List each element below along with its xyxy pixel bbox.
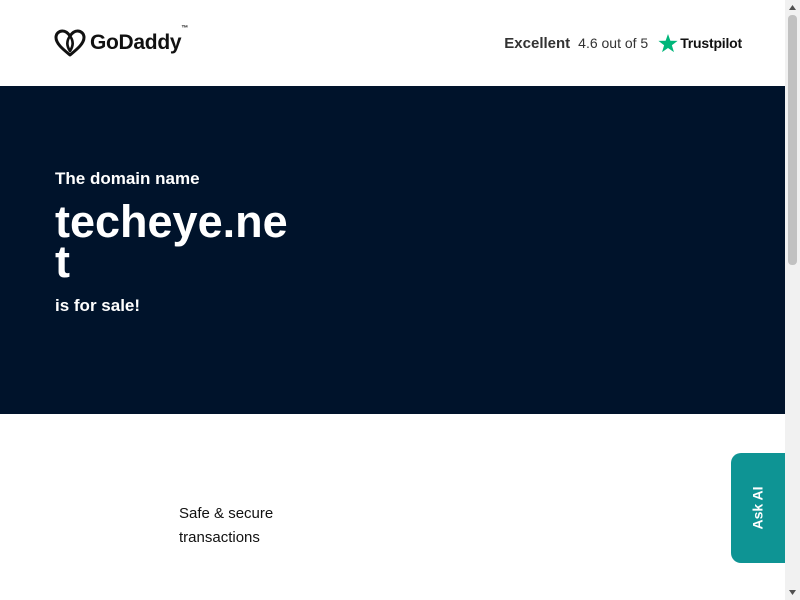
hero-banner: The domain name techeye.net is for sale!: [0, 86, 785, 414]
scroll-down-arrow-icon[interactable]: [785, 585, 800, 600]
trustpilot-label: Trustpilot: [680, 35, 742, 51]
feature-secure-transactions: Safe & secure transactions: [179, 505, 274, 546]
godaddy-heart-icon: [54, 29, 86, 57]
scroll-up-arrow-icon[interactable]: [785, 0, 800, 15]
rating-score: 4.6 out of 5: [578, 35, 649, 51]
hero-kicker: The domain name: [55, 169, 200, 188]
trustpilot-brand: Trustpilot: [658, 33, 742, 53]
site-header: GoDaddy™ Excellent 4.6 out of 5 Trustpil…: [0, 0, 785, 86]
vertical-scrollbar[interactable]: [785, 0, 800, 600]
trustpilot-rating[interactable]: Excellent 4.6 out of 5 Trustpilot: [504, 33, 742, 53]
logo-wordmark: GoDaddy™: [90, 25, 188, 54]
domain-name: techeye.net: [55, 196, 288, 287]
ask-ai-button[interactable]: Ask AI: [731, 453, 785, 563]
rating-word: Excellent: [504, 34, 571, 52]
godaddy-logo[interactable]: GoDaddy™: [54, 25, 188, 57]
main-content: Safe & secure transactions: [0, 414, 785, 600]
star-icon: [658, 33, 678, 52]
scrollbar-thumb[interactable]: [788, 15, 797, 265]
ask-ai-label: Ask AI: [750, 486, 766, 530]
for-sale-text: is for sale!: [55, 296, 141, 315]
